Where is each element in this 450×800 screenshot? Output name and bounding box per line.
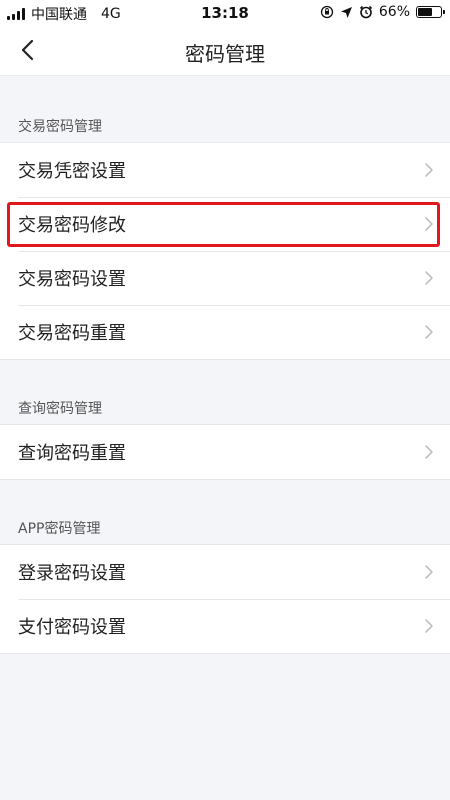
chevron-right-icon xyxy=(425,217,433,231)
section-header-app-password: APP密码管理 xyxy=(18,521,101,537)
alarm-icon xyxy=(359,5,372,19)
list-item-trade-password-reset[interactable]: 交易密码重置 xyxy=(0,305,450,359)
battery-fill xyxy=(418,8,432,16)
chevron-right-icon xyxy=(425,163,433,177)
list-item-payment-password-setting[interactable]: 支付密码设置 xyxy=(0,599,450,653)
list-item-trade-password-setting[interactable]: 交易密码设置 xyxy=(0,251,450,305)
list-item-trade-credential-setting[interactable]: 交易凭密设置 xyxy=(0,143,450,197)
list-item-label: 交易密码重置 xyxy=(18,323,126,344)
chevron-right-icon xyxy=(425,271,433,285)
chevron-right-icon xyxy=(425,325,433,339)
navigation-bar: 密码管理 xyxy=(0,26,450,76)
battery-percent: 66% xyxy=(378,4,410,20)
section-header-trade-password: 交易密码管理 xyxy=(18,119,102,135)
chevron-right-icon xyxy=(425,565,433,579)
list-item-label: 支付密码设置 xyxy=(18,617,126,638)
status-right: 66% xyxy=(320,4,445,20)
list-item-label: 交易密码设置 xyxy=(18,269,126,290)
list-item-label: 登录密码设置 xyxy=(18,563,126,584)
list-item-login-password-setting[interactable]: 登录密码设置 xyxy=(0,545,450,599)
list-item-label: 交易凭密设置 xyxy=(18,161,126,182)
status-bar: 中国联通 4G 13:18 66% xyxy=(0,0,450,26)
list-group-query-password: 查询密码重置 xyxy=(0,424,450,480)
battery-icon xyxy=(416,6,445,18)
page-title: 密码管理 xyxy=(185,42,265,66)
list-item-query-password-reset[interactable]: 查询密码重置 xyxy=(0,425,450,479)
location-icon xyxy=(340,6,352,18)
list-item-trade-password-change[interactable]: 交易密码修改 xyxy=(0,197,450,251)
chevron-right-icon xyxy=(425,445,433,459)
list-group-trade-password: 交易凭密设置 交易密码修改 交易密码设置 交易密码重置 xyxy=(0,142,450,360)
list-item-label: 查询密码重置 xyxy=(18,443,126,464)
section-header-query-password: 查询密码管理 xyxy=(18,401,102,417)
list-item-label: 交易密码修改 xyxy=(18,215,126,236)
chevron-right-icon xyxy=(425,619,433,633)
orientation-lock-icon xyxy=(320,5,334,19)
list-group-app-password: 登录密码设置 支付密码设置 xyxy=(0,544,450,654)
